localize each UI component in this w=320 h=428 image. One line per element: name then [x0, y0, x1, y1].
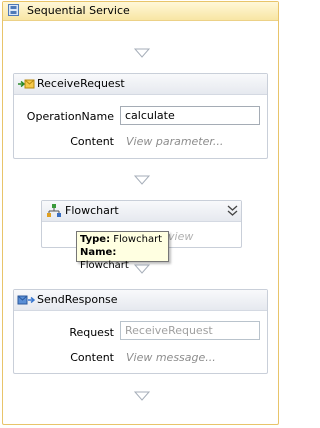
operation-name-input[interactable]: calculate — [120, 106, 260, 125]
send-response-header[interactable]: SendResponse — [14, 290, 267, 311]
flowchart-icon — [47, 204, 61, 217]
request-input[interactable]: ReceiveRequest — [120, 321, 260, 340]
request-label: Request — [69, 326, 114, 339]
receive-envelope-icon — [18, 79, 35, 89]
tooltip-type-label: Type: — [80, 234, 111, 245]
view-parameter-link[interactable]: View parameter... — [126, 135, 223, 148]
send-response-title: SendResponse — [37, 293, 118, 306]
sequence-header[interactable]: Sequential Service — [3, 2, 278, 21]
send-response-activity[interactable]: SendResponse Request ReceiveRequest Cont… — [13, 289, 268, 374]
content-label: Content — [70, 351, 114, 364]
tooltip-name-value: Flowchart — [80, 260, 129, 271]
expand-chevron-icon[interactable] — [227, 205, 238, 217]
receive-request-title: ReceiveRequest — [37, 77, 125, 90]
sequence-icon — [8, 4, 19, 16]
sequence-title: Sequential Service — [27, 4, 130, 17]
receive-request-header[interactable]: ReceiveRequest — [14, 74, 267, 95]
tooltip-type-row: Type: Flowchart — [80, 233, 165, 246]
tooltip-type-value: Flowchart — [113, 234, 163, 245]
drop-target-arrow-icon[interactable] — [134, 391, 150, 401]
tooltip-name-label: Name: — [80, 247, 117, 258]
drop-target-arrow-icon[interactable] — [134, 175, 150, 185]
double-click-view-hint: view — [168, 230, 194, 243]
send-envelope-icon — [17, 295, 35, 305]
flowchart-tooltip: Type: Flowchart Name: Flowchart — [76, 231, 169, 271]
flowchart-title: Flowchart — [65, 204, 119, 217]
sequence-activity[interactable]: Sequential Service ReceiveRequest Operat… — [2, 1, 279, 425]
operation-name-label: OperationName — [26, 110, 114, 123]
drop-target-arrow-icon[interactable] — [134, 48, 150, 58]
receive-request-activity[interactable]: ReceiveRequest OperationName calculate C… — [13, 73, 268, 159]
content-label: Content — [70, 135, 114, 148]
tooltip-name-row: Name: Flowchart — [80, 246, 165, 272]
flowchart-header[interactable]: Flowchart — [42, 201, 241, 222]
view-message-link[interactable]: View message... — [126, 351, 216, 364]
